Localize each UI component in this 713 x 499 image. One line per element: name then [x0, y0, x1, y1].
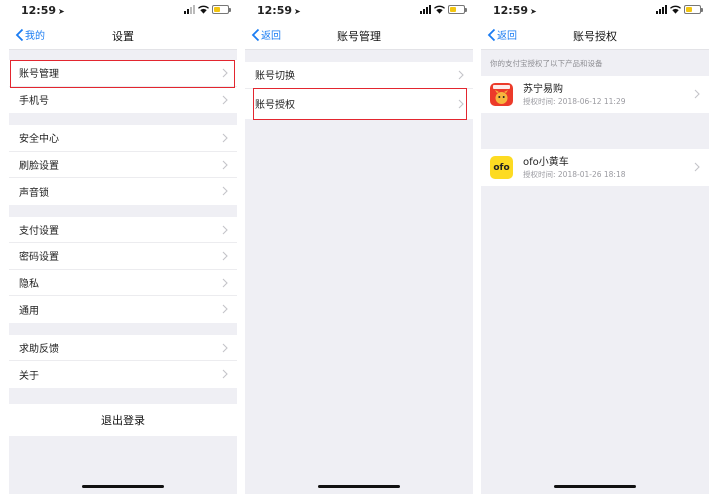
page-title: 账号管理 [337, 30, 381, 43]
chevron-right-icon [222, 160, 228, 169]
chevron-right-icon [222, 369, 228, 379]
location-arrow-icon: ➤ [294, 7, 301, 16]
suning-mascot-icon [493, 85, 510, 104]
settings-item-help-feedback[interactable]: 求助反馈 [9, 334, 237, 361]
settings-item-about[interactable]: 关于 [9, 361, 237, 388]
wifi-icon [198, 5, 209, 14]
chevron-right-icon [222, 304, 228, 314]
suning-logo [490, 83, 513, 106]
settings-item-privacy[interactable]: 隐私 [9, 269, 237, 296]
nav-bar: 我的 设置 [9, 20, 237, 50]
app-name: ofo小黄车 [523, 156, 569, 168]
battery-icon [684, 5, 703, 14]
chevron-right-icon [222, 225, 228, 234]
chevron-right-icon [222, 343, 228, 352]
account-item-authorization[interactable]: 账号授权 [245, 88, 473, 119]
settings-item-password-settings[interactable]: 密码设置 [9, 243, 237, 270]
chevron-right-icon [222, 68, 228, 78]
status-bar: 12:59 ➤ [481, 0, 709, 20]
auth-time: 授权时间: 2018-06-12 11:29 [523, 96, 626, 106]
settings-group-security: 安全中心 刷脸设置 声音锁 [9, 125, 237, 205]
settings-item-general[interactable]: 通用 [9, 296, 237, 323]
settings-item-security-center[interactable]: 安全中心 [9, 125, 237, 152]
chevron-right-icon [458, 99, 464, 108]
battery-icon [212, 5, 231, 14]
authorized-app-suning[interactable]: 苏宁易购 授权时间: 2018-06-12 11:29 [481, 76, 709, 113]
status-time: 12:59 ➤ [493, 4, 537, 17]
chevron-right-icon [694, 89, 700, 99]
wifi-icon [434, 5, 445, 14]
home-indicator[interactable] [82, 485, 164, 488]
settings-item-phone[interactable]: 手机号 [9, 86, 237, 113]
nav-bar: 返回 账号管理 [245, 20, 473, 50]
battery-icon [448, 5, 467, 14]
chevron-right-icon [222, 251, 228, 261]
home-indicator[interactable] [318, 485, 400, 488]
signal-icon [184, 5, 195, 14]
authorization-hint: 你的支付宝授权了以下产品和设备 [481, 50, 709, 76]
wifi-icon [670, 5, 681, 14]
chevron-right-icon [222, 95, 228, 104]
status-bar: 12:59 ➤ [9, 0, 237, 20]
account-management-screen: 12:59 ➤ 返回 账号管理 账号切换 账号授权 [245, 0, 473, 494]
account-group: 账号切换 账号授权 [245, 62, 473, 119]
settings-item-face-settings[interactable]: 刷脸设置 [9, 151, 237, 178]
signal-icon [656, 5, 667, 14]
ofo-logo: ofo [490, 156, 513, 179]
settings-group-help: 求助反馈 关于 [9, 334, 237, 388]
account-authorization-screen: 12:59 ➤ 返回 账号授权 你的支付宝授权了以下产品和设备 苏宁易购 授权时… [481, 0, 709, 494]
status-time: 12:59 ➤ [257, 4, 301, 17]
authorized-app-ofo[interactable]: ofo ofo小黄车 授权时间: 2018-01-26 18:18 [481, 149, 709, 186]
nav-bar: 返回 账号授权 [481, 20, 709, 50]
chevron-right-icon [458, 70, 464, 80]
settings-item-account-management[interactable]: 账号管理 [9, 60, 237, 87]
chevron-right-icon [222, 186, 228, 196]
location-arrow-icon: ➤ [530, 7, 537, 16]
logout-button[interactable]: 退出登录 [9, 403, 237, 436]
chevron-right-icon [222, 278, 228, 287]
status-time: 12:59 ➤ [21, 4, 65, 17]
status-bar: 12:59 ➤ [245, 0, 473, 20]
page-title: 设置 [112, 30, 134, 43]
chevron-right-icon [694, 162, 700, 172]
settings-item-voice-lock[interactable]: 声音锁 [9, 178, 237, 205]
settings-group-payment: 支付设置 密码设置 隐私 通用 [9, 216, 237, 323]
app-name: 苏宁易购 [523, 83, 563, 95]
home-indicator[interactable] [554, 485, 636, 488]
chevron-right-icon [222, 133, 228, 143]
location-arrow-icon: ➤ [58, 7, 65, 16]
signal-icon [420, 5, 431, 14]
settings-screen: 12:59 ➤ 我的 设置 账号管理 手机号 安全中心 刷脸设置 声音锁 支付设置… [9, 0, 237, 494]
account-item-switch[interactable]: 账号切换 [245, 62, 473, 89]
auth-time: 授权时间: 2018-01-26 18:18 [523, 169, 626, 179]
settings-group-account: 账号管理 手机号 [9, 60, 237, 113]
page-title: 账号授权 [573, 30, 617, 43]
settings-item-payment-settings[interactable]: 支付设置 [9, 216, 237, 243]
